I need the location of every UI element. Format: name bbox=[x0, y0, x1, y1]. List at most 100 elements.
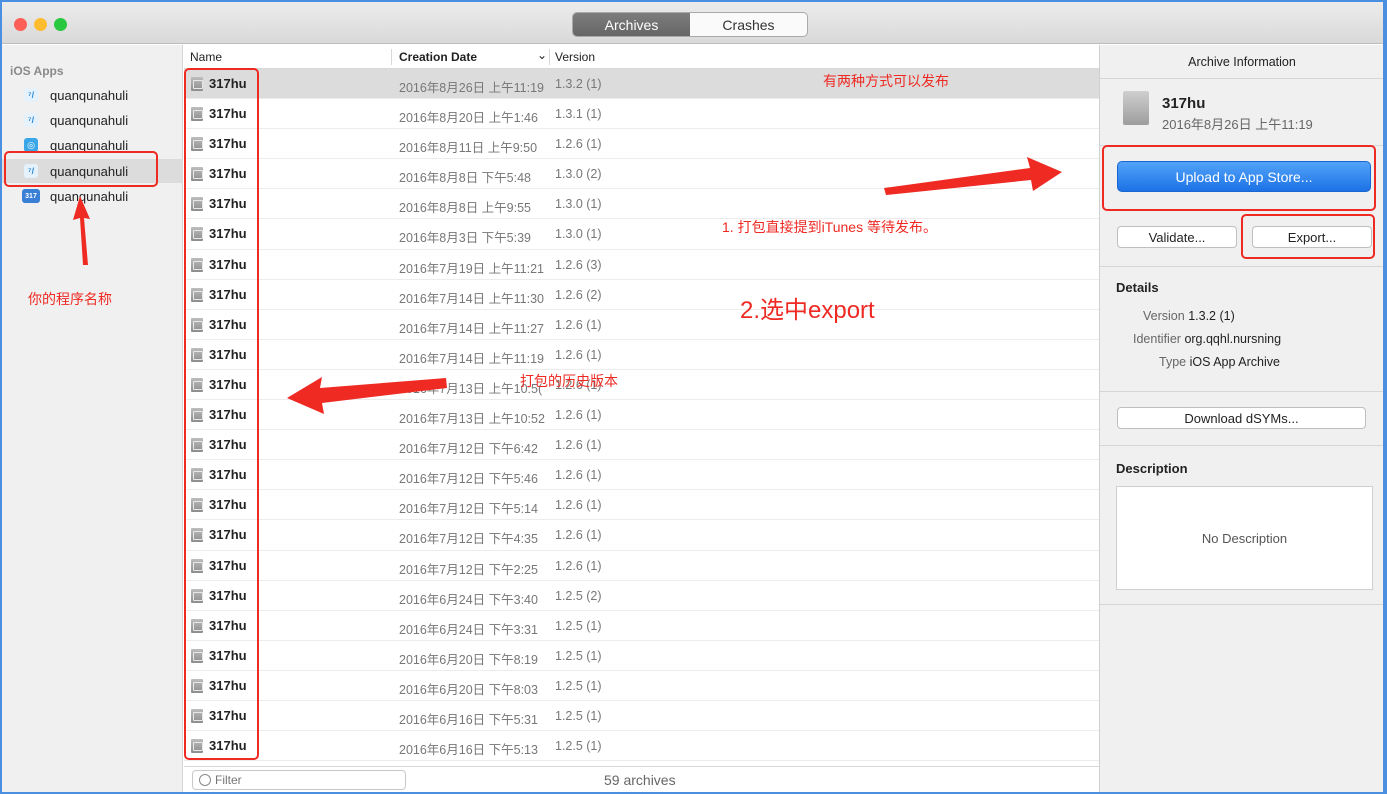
minimize-window-button[interactable] bbox=[34, 18, 47, 31]
table-row[interactable]: 317hu 2016年7月13日 上午10:52 1.2.6 (1) bbox=[184, 400, 1099, 431]
row-name: 317hu bbox=[209, 587, 247, 603]
sidebar-app-label: quanqunahuli bbox=[50, 163, 129, 179]
filter-field[interactable] bbox=[192, 770, 406, 790]
table-row[interactable]: 317hu 2016年8月26日 上午11:19 1.3.2 (1) bbox=[184, 69, 1099, 100]
archive-file-icon bbox=[191, 558, 203, 573]
column-header-name[interactable]: Name bbox=[190, 50, 222, 64]
table-row[interactable]: 317hu 2016年8月8日 上午9:55 1.3.0 (1) bbox=[184, 189, 1099, 220]
row-name: 317hu bbox=[209, 677, 247, 693]
column-header-version[interactable]: Version bbox=[555, 50, 595, 64]
table-row[interactable]: 317hu 2016年7月19日 上午11:21 1.2.6 (3) bbox=[184, 250, 1099, 280]
row-creation-date: 2016年6月16日 下午5:31 bbox=[399, 712, 538, 727]
tab-crashes[interactable]: Crashes bbox=[690, 13, 807, 36]
table-row[interactable]: 317hu 2016年7月14日 上午11:19 1.2.6 (1) bbox=[184, 340, 1099, 370]
row-name: 317hu bbox=[209, 617, 247, 633]
archive-file-icon bbox=[191, 438, 203, 453]
row-name: 317hu bbox=[209, 376, 247, 392]
sidebar-heading: iOS Apps bbox=[10, 64, 64, 78]
archive-file-icon bbox=[191, 648, 203, 663]
archive-file-icon bbox=[191, 588, 203, 603]
divider bbox=[1100, 391, 1383, 392]
column-divider bbox=[549, 49, 550, 65]
detail-key: Type bbox=[1159, 355, 1187, 369]
divider bbox=[1100, 266, 1383, 267]
table-row[interactable]: 317hu 2016年7月12日 下午5:14 1.2.6 (1) bbox=[184, 490, 1099, 521]
sidebar-app-item[interactable]: ⁷/ quanqunahuli bbox=[2, 83, 183, 107]
row-creation-date: 2016年8月26日 上午11:19 bbox=[399, 81, 544, 95]
close-window-button[interactable] bbox=[14, 18, 27, 31]
table-row[interactable]: 317hu 2016年6月16日 下午5:31 1.2.5 (1) bbox=[184, 701, 1099, 732]
sidebar-app-label: quanqunahuli bbox=[50, 188, 129, 204]
row-creation-date: 2016年7月12日 下午2:25 bbox=[399, 562, 538, 577]
row-name: 317hu bbox=[209, 647, 247, 663]
upload-to-app-store-button[interactable]: Upload to App Store... bbox=[1117, 161, 1371, 192]
row-version: 1.2.6 (1) bbox=[555, 558, 602, 573]
row-version: 1.2.6 (3) bbox=[555, 257, 602, 272]
row-version: 1.2.6 (1) bbox=[555, 408, 602, 423]
row-creation-date: 2016年7月14日 上午11:27 bbox=[399, 321, 544, 336]
archive-file-icon bbox=[191, 408, 203, 423]
validate-button[interactable]: Validate... bbox=[1117, 226, 1237, 248]
sidebar-app-label: quanqunahuli bbox=[50, 112, 129, 128]
row-name: 317hu bbox=[209, 196, 247, 212]
export-button[interactable]: Export... bbox=[1252, 226, 1372, 248]
table-row[interactable]: 317hu 2016年8月3日 下午5:39 1.3.0 (1) bbox=[184, 219, 1099, 250]
archive-name: 317hu bbox=[1162, 95, 1206, 112]
table-row[interactable]: 317hu 2016年7月12日 下午4:35 1.2.6 (1) bbox=[184, 520, 1099, 551]
download-dsyms-button[interactable]: Download dSYMs... bbox=[1117, 407, 1366, 429]
zoom-window-button[interactable] bbox=[54, 18, 67, 31]
table-row[interactable]: 317hu 2016年7月12日 下午5:46 1.2.6 (1) bbox=[184, 460, 1099, 491]
table-row[interactable]: 317hu 2016年8月8日 下午5:48 1.3.0 (2) bbox=[184, 159, 1099, 190]
sidebar-app-item[interactable]: ⁷/ quanqunahuli bbox=[2, 108, 183, 132]
detail-key: Version bbox=[1143, 309, 1185, 323]
detail-identifier: Identifier org.qqhl.nursning bbox=[1133, 332, 1281, 346]
row-name: 317hu bbox=[209, 136, 247, 152]
table-row[interactable]: 317hu 2016年6月20日 下午8:03 1.2.5 (1) bbox=[184, 671, 1099, 701]
sort-chevron-icon[interactable]: ⌄ bbox=[537, 48, 547, 62]
sidebar-app-item[interactable]: ◎ quanqunahuli bbox=[2, 133, 183, 157]
table-row[interactable]: 317hu 2016年8月20日 上午1:46 1.3.1 (1) bbox=[184, 99, 1099, 130]
table-row[interactable]: 317hu 2016年6月16日 下午5:13 1.2.5 (1) bbox=[184, 731, 1099, 762]
archive-file-icon bbox=[191, 137, 203, 152]
column-header-creation-date[interactable]: Creation Date bbox=[399, 50, 477, 64]
archives-crashes-segmented-control: Archives Crashes bbox=[572, 12, 808, 37]
row-version: 1.2.6 (1) bbox=[555, 137, 602, 152]
row-creation-date: 2016年6月16日 下午5:13 bbox=[399, 743, 538, 758]
detail-version: Version 1.3.2 (1) bbox=[1143, 309, 1235, 323]
row-name: 317hu bbox=[209, 256, 247, 272]
table-row[interactable]: 317hu 2016年8月11日 上午9:50 1.2.6 (1) bbox=[184, 129, 1099, 160]
table-row[interactable]: 317hu 2016年6月24日 下午3:31 1.2.5 (1) bbox=[184, 611, 1099, 641]
table-row[interactable]: 317hu 2016年6月20日 下午8:19 1.2.5 (1) bbox=[184, 641, 1099, 671]
archive-information-panel: Archive Information 317hu 2016年8月26日 上午1… bbox=[1099, 45, 1383, 792]
table-row[interactable]: 317hu 2016年7月12日 下午2:25 1.2.6 (1) bbox=[184, 551, 1099, 581]
sidebar-app-item[interactable]: 317 quanqunahuli bbox=[2, 184, 183, 208]
row-creation-date: 2016年8月8日 下午5:48 bbox=[399, 171, 532, 186]
archive-file-icon bbox=[191, 287, 203, 302]
sidebar-app-item-selected[interactable]: ⁷/ quanqunahuli bbox=[2, 159, 183, 183]
row-creation-date: 2016年6月20日 下午8:19 bbox=[399, 652, 538, 667]
table-row[interactable]: 317hu 2016年7月14日 上午11:30 1.2.6 (2) bbox=[184, 280, 1099, 310]
row-version: 1.2.5 (2) bbox=[555, 588, 602, 603]
description-box[interactable]: No Description bbox=[1116, 486, 1373, 590]
tab-archives[interactable]: Archives bbox=[573, 13, 690, 36]
row-creation-date: 2016年7月13日 上午10:52 bbox=[399, 412, 545, 427]
row-name: 317hu bbox=[209, 166, 247, 182]
description-heading: Description bbox=[1116, 461, 1188, 476]
table-row[interactable]: 317hu 2016年7月14日 上午11:27 1.2.6 (1) bbox=[184, 310, 1099, 340]
table-row[interactable]: 317hu 2016年7月13日 上午10:5(1.2.6 (1) bbox=[184, 370, 1099, 401]
row-version: 1.2.6 (1) bbox=[555, 438, 602, 453]
xcode-organizer-window: Archives Crashes iOS Apps ⁷/ quanqunahul… bbox=[2, 2, 1383, 792]
archive-file-icon bbox=[191, 618, 203, 633]
table-row[interactable]: 317hu 2016年7月12日 下午6:42 1.2.6 (1) bbox=[184, 430, 1099, 461]
row-name: 317hu bbox=[209, 106, 247, 122]
row-creation-date: 2016年8月8日 上午9:55 bbox=[399, 201, 532, 216]
row-version: 1.2.6 (1) bbox=[555, 528, 602, 543]
sidebar-app-label: quanqunahuli bbox=[50, 137, 129, 153]
row-version: 1.2.6 (1) bbox=[555, 377, 602, 392]
filter-input[interactable] bbox=[215, 773, 395, 787]
row-creation-date: 2016年7月19日 上午11:21 bbox=[399, 261, 544, 276]
arrow-app-icon: ⁷/ bbox=[24, 88, 38, 102]
table-row[interactable]: 317hu 2016年6月24日 下午3:40 1.2.5 (2) bbox=[184, 581, 1099, 611]
archive-date: 2016年8月26日 上午11:19 bbox=[1162, 117, 1313, 132]
archive-file-icon bbox=[191, 317, 203, 332]
